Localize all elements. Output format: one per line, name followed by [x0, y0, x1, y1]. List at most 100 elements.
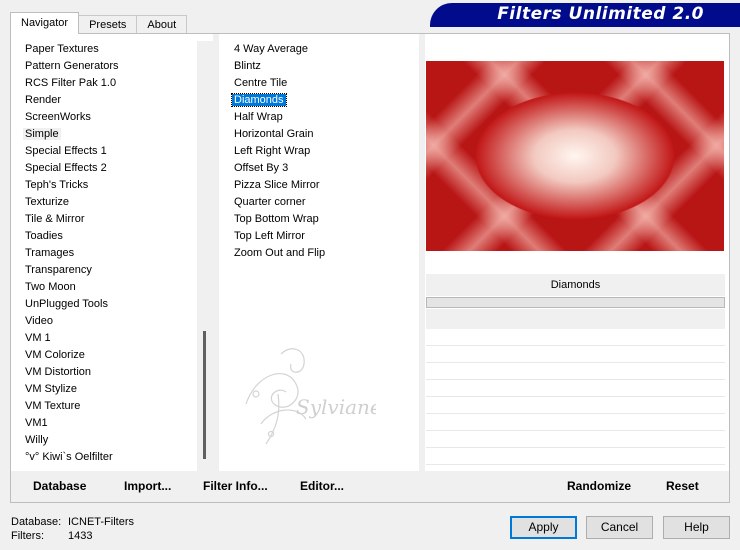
title-banner: Filters Unlimited 2.0 [430, 3, 740, 27]
filter-item[interactable]: Top Left Mirror [229, 228, 419, 245]
watermark-logo: Sylviane [245, 348, 376, 445]
category-item-label: °v° Kiwi`s Oelfilter [25, 451, 113, 463]
filter-item[interactable]: Diamonds [229, 92, 419, 109]
category-item-label: Special Effects 1 [25, 145, 107, 157]
filter-item[interactable]: Horizontal Grain [229, 126, 419, 143]
filters-count-value: 1433 [68, 530, 93, 542]
filter-item-label: Horizontal Grain [234, 128, 314, 140]
import-button[interactable]: Import... [124, 479, 171, 493]
category-item[interactable]: VM1 [20, 415, 195, 432]
tab-about[interactable]: About [136, 15, 188, 34]
parameter-row [426, 381, 725, 397]
filter-item[interactable]: Quarter corner [229, 194, 419, 211]
category-item-label: Pattern Generators [25, 60, 119, 72]
filter-item-label: Quarter corner [234, 196, 306, 208]
reset-button[interactable]: Reset [666, 479, 699, 493]
filter-item[interactable]: Zoom Out and Flip [229, 245, 419, 262]
tab-strip: Navigator Presets About [10, 12, 188, 34]
database-value: ICNET-Filters [68, 516, 134, 528]
category-item[interactable]: ScreenWorks [20, 109, 195, 126]
filter-item[interactable]: Pizza Slice Mirror [229, 177, 419, 194]
parameter-row [426, 449, 725, 465]
database-label: Database: [11, 516, 62, 528]
apply-button[interactable]: Apply [510, 516, 577, 539]
category-item[interactable]: Special Effects 2 [20, 160, 195, 177]
filter-item[interactable]: 4 Way Average [229, 41, 419, 58]
filter-item-label: Centre Tile [234, 77, 288, 89]
category-item-label: VM Distortion [25, 366, 92, 378]
category-item-label: Simple [23, 128, 61, 140]
category-item[interactable]: °v° Kiwi`s Oelfilter [20, 449, 195, 466]
randomize-button[interactable]: Randomize [567, 479, 631, 493]
category-item-label: Paper Textures [25, 43, 99, 55]
category-item-label: Two Moon [25, 281, 76, 293]
category-item[interactable]: Tile & Mirror [20, 211, 195, 228]
category-item[interactable]: Toadies [20, 228, 195, 245]
category-item[interactable]: RCS Filter Pak 1.0 [20, 75, 195, 92]
tab-navigator[interactable]: Navigator [10, 12, 80, 34]
category-item-label: Teph's Tricks [25, 179, 89, 191]
category-item[interactable]: VM Distortion [20, 364, 195, 381]
parameter-row [426, 347, 725, 363]
category-item-label: VM Colorize [25, 349, 85, 361]
cancel-button[interactable]: Cancel [586, 516, 653, 539]
category-item[interactable]: Tramages [20, 245, 195, 262]
category-item[interactable]: Transparency [20, 262, 195, 279]
category-item[interactable]: VM Stylize [20, 381, 195, 398]
category-item-label: Render [25, 94, 62, 106]
status-info: Database: ICNET-Filters Filters: 1433 [11, 515, 134, 543]
parameter-spacer [426, 309, 725, 329]
category-item[interactable]: Render [20, 92, 195, 109]
category-item-label: VM Texture [25, 400, 81, 412]
category-item[interactable]: VM Texture [20, 398, 195, 415]
category-item[interactable]: Video [20, 313, 195, 330]
filter-preview-image [426, 61, 724, 251]
category-scrollbar[interactable] [197, 41, 213, 474]
category-item-label: Tramages [25, 247, 75, 259]
filter-item-label: 4 Way Average [234, 43, 308, 55]
filter-item-label: Top Left Mirror [234, 230, 305, 242]
tab-presets[interactable]: Presets [78, 15, 138, 34]
filter-info-button[interactable]: Filter Info... [203, 479, 268, 493]
category-item[interactable]: VM 1 [20, 330, 195, 347]
category-item[interactable]: Willy [20, 432, 195, 449]
parameter-row [426, 432, 725, 448]
category-item-label: VM1 [25, 417, 48, 429]
category-item[interactable]: UnPlugged Tools [20, 296, 195, 313]
filter-item[interactable]: Offset By 3 [229, 160, 419, 177]
category-item-label: ScreenWorks [25, 111, 91, 123]
category-item[interactable]: Simple [20, 126, 195, 143]
category-item[interactable]: Paper Textures [20, 41, 195, 58]
category-item[interactable]: Texturize [20, 194, 195, 211]
filter-item[interactable]: Centre Tile [229, 75, 419, 92]
parameter-slider[interactable] [426, 297, 725, 308]
watermark-text: Sylviane [296, 395, 376, 419]
parameter-row [426, 398, 725, 414]
list-divider [213, 34, 219, 471]
filter-item[interactable]: Top Bottom Wrap [229, 211, 419, 228]
panel-toolbar: Database Import... Filter Info... Editor… [11, 471, 729, 502]
help-button[interactable]: Help [663, 516, 730, 539]
category-item[interactable]: Teph's Tricks [20, 177, 195, 194]
filter-item[interactable]: Left Right Wrap [229, 143, 419, 160]
database-button[interactable]: Database [33, 479, 86, 493]
category-item-label: Tile & Mirror [25, 213, 85, 225]
editor-button[interactable]: Editor... [300, 479, 344, 493]
filter-item[interactable]: Blintz [229, 58, 419, 75]
list-divider [419, 34, 425, 471]
category-item[interactable]: Pattern Generators [20, 58, 195, 75]
filter-item-label: Zoom Out and Flip [234, 247, 326, 259]
filter-item-label: Top Bottom Wrap [234, 213, 319, 225]
category-item[interactable]: VM Colorize [20, 347, 195, 364]
category-item[interactable]: Two Moon [20, 279, 195, 296]
app-title: Filters Unlimited 2.0 [497, 4, 704, 24]
navigator-panel: Paper Textures Pattern Generators RCS Filt… [10, 33, 730, 503]
filter-item[interactable]: Half Wrap [229, 109, 419, 126]
category-list[interactable]: Paper Textures Pattern Generators RCS Filt… [20, 41, 195, 471]
filter-item-label: Diamonds [231, 93, 287, 107]
scrollbar-thumb[interactable] [203, 331, 206, 459]
category-item-label: RCS Filter Pak 1.0 [25, 77, 117, 89]
filter-item-label: Half Wrap [234, 111, 283, 123]
category-item[interactable]: Special Effects 1 [20, 143, 195, 160]
category-item-label: Transparency [25, 264, 92, 276]
